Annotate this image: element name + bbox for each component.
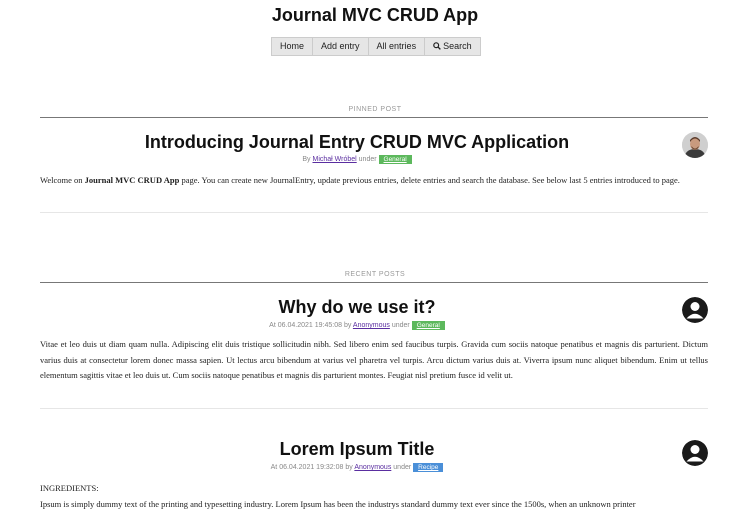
pinned-post-meta: By Michał Wróbel under General	[40, 155, 674, 164]
post-body: Vitae et leo duis ut diam quam nulla. Ad…	[40, 339, 708, 380]
nav-add-entry-button[interactable]: Add entry	[313, 38, 369, 55]
post-body-text: Ipsum is simply dummy text of the printi…	[40, 498, 636, 509]
post-meta: At 06.04.2021 19:45:08 by Anonymous unde…	[40, 321, 674, 330]
app-title: Journal MVC CRUD App	[271, 5, 479, 25]
pinned-body-appname: Journal MVC CRUD App	[84, 175, 180, 185]
under-label: under	[391, 322, 410, 329]
search-icon	[433, 42, 441, 50]
pinned-post-body: Welcome on Journal MVC CRUD App page. Yo…	[40, 173, 708, 189]
recent-section-label: RECENT POSTS	[344, 271, 406, 278]
post-body-heading: INGREDIENTS:	[40, 483, 99, 493]
post-separator	[40, 408, 708, 409]
under-label: under	[358, 156, 377, 163]
user-silhouette-icon	[682, 297, 708, 323]
by-label: By	[302, 156, 311, 163]
pinned-author-avatar	[682, 132, 708, 158]
pinned-post-separator	[40, 212, 708, 213]
pinned-body-intro: Welcome on	[40, 175, 83, 185]
at-label: At	[270, 464, 278, 471]
post-date: 06.04.2021 19:32:08	[279, 464, 344, 471]
pinned-category-badge[interactable]: General	[378, 155, 412, 164]
post-category-badge[interactable]: General	[411, 321, 445, 330]
pinned-section-label: PINNED POST	[348, 106, 402, 113]
author-photo-icon	[682, 132, 708, 158]
post-author-link[interactable]: Anonymous	[353, 322, 390, 329]
pinned-author-link[interactable]: Michał Wróbel	[312, 156, 356, 163]
post-body: INGREDIENTS: Ipsum is simply dummy text …	[40, 481, 708, 512]
user-silhouette-icon	[682, 440, 708, 466]
main-nav: Home Add entry All entries Search	[271, 37, 481, 56]
post-meta: At 06.04.2021 19:32:08 by Anonymous unde…	[40, 463, 674, 472]
by-label: by	[343, 322, 352, 329]
post-title[interactable]: Lorem Ipsum Title	[40, 439, 674, 460]
post-date: 06.04.2021 19:45:08	[277, 322, 342, 329]
recent-divider	[40, 282, 708, 283]
nav-home-button[interactable]: Home	[272, 38, 314, 55]
post-title[interactable]: Why do we use it?	[40, 297, 674, 318]
nav-all-entries-button[interactable]: All entries	[369, 38, 426, 55]
post-author-avatar	[682, 297, 708, 323]
under-label: under	[393, 464, 412, 471]
post-author-link[interactable]: Anonymous	[354, 464, 391, 471]
nav-search-label: Search	[443, 41, 472, 51]
post-category-badge[interactable]: Recipe	[413, 463, 444, 472]
pinned-post-title[interactable]: Introducing Journal Entry CRUD MVC Appli…	[40, 132, 674, 153]
nav-search-button[interactable]: Search	[425, 38, 480, 55]
by-label: by	[345, 464, 353, 471]
pinned-body-rest: page. You can create new JournalEntry, u…	[181, 175, 680, 185]
post-author-avatar	[682, 440, 708, 466]
pinned-divider	[40, 117, 708, 118]
at-label: At	[269, 322, 276, 329]
